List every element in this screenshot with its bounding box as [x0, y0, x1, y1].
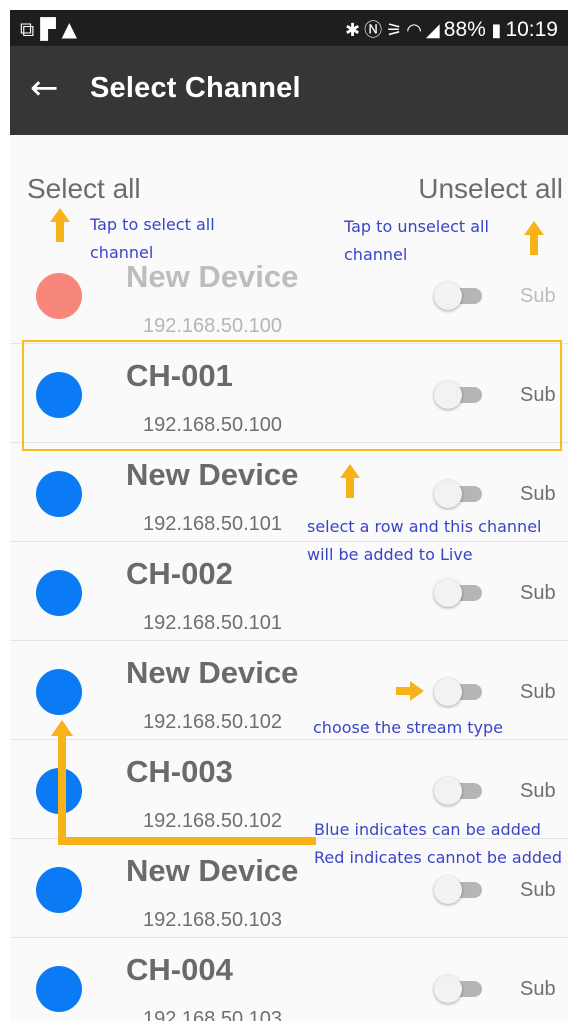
warning-icon: ▲: [61, 17, 84, 41]
status-dot: [36, 669, 82, 715]
arrow-right-icon: [396, 681, 426, 701]
stream-toggle[interactable]: [434, 975, 486, 1003]
status-dot: [36, 867, 82, 913]
channel-ip: 192.168.50.103: [143, 1008, 283, 1021]
status-bar: ⧉▛▲ ✱ Ⓝ ⚞ ◠ ◢ 88% ▮ 10:19: [10, 10, 568, 46]
status-dot: [36, 570, 82, 616]
stream-toggle[interactable]: [434, 876, 486, 904]
notification-icons: ⧉▛▲: [20, 17, 83, 41]
channel-row[interactable]: CH-004 192.168.50.103 Sub: [10, 938, 568, 1021]
clock: 10:19: [505, 18, 558, 41]
screenshot-icon: ⧉: [20, 17, 41, 41]
status-dot: [36, 273, 82, 319]
wifi-icon: ◠: [406, 20, 422, 41]
annotation-legend: Blue indicates can be added Red indicates…: [314, 820, 563, 867]
stream-label: Sub: [520, 285, 556, 307]
channel-ip: 192.168.50.101: [143, 513, 283, 535]
battery-icon: ▮: [485, 20, 502, 41]
flipboard-icon: ▛: [40, 17, 62, 41]
channel-name: New Device: [126, 655, 299, 690]
channel-ip: 192.168.50.100: [143, 315, 283, 337]
annotation-select-row: select a row and this channel will be add…: [307, 517, 542, 564]
stream-toggle[interactable]: [434, 480, 486, 508]
channel-name: New Device: [126, 457, 299, 492]
arrow-up-icon: [50, 208, 70, 242]
battery-percent: 88%: [443, 18, 486, 41]
channel-list-screen: Select all Unselect all New Device 192.16…: [10, 135, 568, 1021]
stream-label: Sub: [520, 879, 556, 901]
app-bar: ← Select Channel: [10, 46, 568, 135]
toggle-thumb: [434, 876, 462, 904]
annotation-stream-type: choose the stream type: [313, 718, 504, 737]
select-all-button[interactable]: Select all: [27, 173, 141, 205]
channel-ip: 192.168.50.101: [143, 612, 283, 634]
stream-label: Sub: [520, 483, 556, 505]
stream-label: Sub: [520, 681, 556, 703]
bluetooth-icon: ✱: [344, 20, 361, 41]
toggle-thumb: [434, 480, 462, 508]
signal-icon: ◢: [425, 20, 440, 41]
status-dot: [36, 966, 82, 1012]
stream-toggle[interactable]: [434, 777, 486, 805]
arrow-up-left-icon: [51, 720, 316, 845]
toggle-thumb: [434, 579, 462, 607]
stream-toggle[interactable]: [434, 579, 486, 607]
arrow-left-icon[interactable]: ←: [30, 68, 59, 108]
stream-toggle[interactable]: [434, 678, 486, 706]
vibrate-icon: ⚞: [386, 20, 403, 41]
toggle-thumb: [434, 282, 462, 310]
annotation-select-all: Tap to select all channel: [90, 215, 215, 262]
channel-name: CH-002: [126, 556, 233, 591]
channel-name: CH-004: [126, 952, 233, 987]
toggle-thumb: [434, 777, 462, 805]
selected-row-highlight: [22, 340, 562, 451]
arrow-up-icon: [340, 464, 360, 498]
page-title: Select Channel: [90, 72, 301, 104]
annotation-unselect-all: Tap to unselect all channel: [344, 217, 489, 264]
stream-label: Sub: [520, 582, 556, 604]
unselect-all-button[interactable]: Unselect all: [418, 173, 563, 205]
stream-toggle[interactable]: [434, 282, 486, 310]
arrow-up-icon: [524, 221, 544, 255]
stream-label: Sub: [520, 978, 556, 1000]
system-status: ✱ Ⓝ ⚞ ◠ ◢ 88% ▮ 10:19: [345, 16, 558, 42]
toggle-thumb: [434, 678, 462, 706]
toggle-thumb: [434, 975, 462, 1003]
status-dot: [36, 471, 82, 517]
stream-label: Sub: [520, 780, 556, 802]
channel-ip: 192.168.50.103: [143, 909, 283, 931]
nfc-icon: Ⓝ: [364, 20, 383, 41]
channel-name: New Device: [126, 853, 299, 888]
